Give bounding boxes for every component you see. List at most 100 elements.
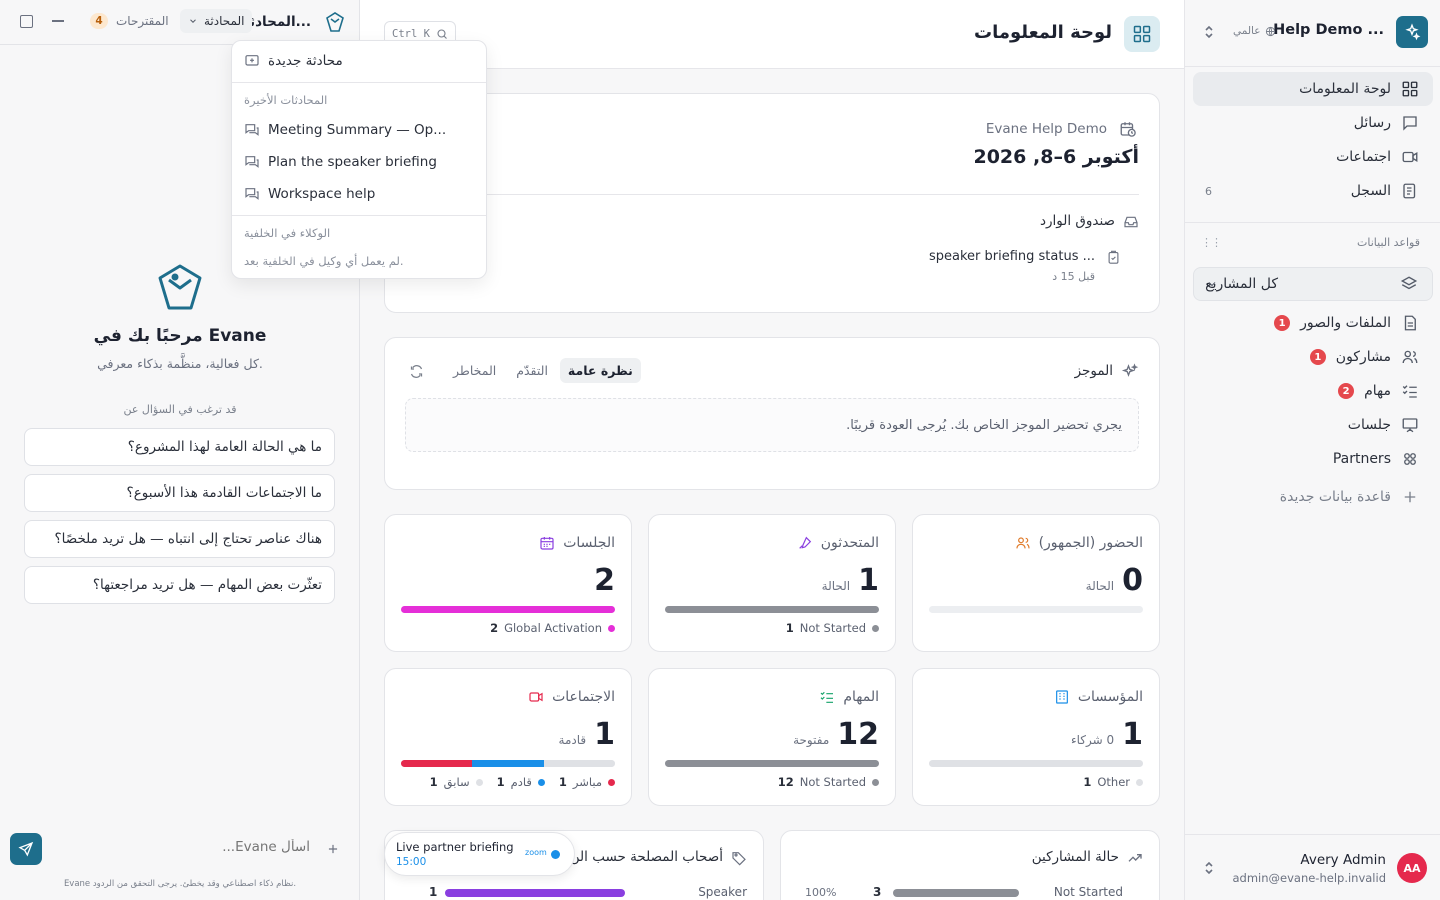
suggestion-chip[interactable]: ما هي الحالة العامة لهذا المشروع؟ <box>24 428 335 466</box>
databases-heading: قواعد البيانات <box>1357 236 1420 249</box>
event-card: Evane Help Demo أكتوبر 6–8, 2026 صندوق ا… <box>384 93 1160 313</box>
legend-dot <box>872 778 879 786</box>
recent-chat-label: Plan the speaker briefing <box>268 154 437 170</box>
stat-card[interactable]: المؤسسات 1 0 شركاء Other 1 <box>912 668 1160 806</box>
inbox-item[interactable]: speaker briefing status ... قبل 15 د <box>901 248 1121 288</box>
inbox-icon <box>1123 214 1139 230</box>
recent-chat-item[interactable]: Meeting Summary — Op... <box>244 122 446 138</box>
expand-icon[interactable] <box>20 15 33 28</box>
tab-overview[interactable]: نظرة عامة <box>559 358 641 383</box>
brief-message: يجري تحضير الموجز الخاص بك. يُرجى العودة… <box>846 417 1122 433</box>
video-icon <box>529 692 543 702</box>
stat-value-row: 12 مفتوحة <box>793 717 879 752</box>
live-meeting-title: Live partner briefing <box>396 840 514 854</box>
chat-input[interactable] <box>48 832 310 862</box>
chat-title[interactable]: المحادثا... <box>245 14 311 30</box>
welcome-subtitle: كل فعالية، منظَّمة بذكاء معرفي. <box>97 356 263 371</box>
legend-dot <box>1136 778 1143 786</box>
legend-item: سابق 1 <box>430 775 483 789</box>
conversation-menu-button[interactable]: المحادثة <box>180 9 253 33</box>
sidebar-item-log[interactable]: 6 السجل <box>1193 174 1433 208</box>
user-menu-chevron-icon[interactable] <box>1203 860 1215 876</box>
legend-label: Not Started <box>799 621 866 635</box>
stat-card[interactable]: الاجتماعات 1 قادمة مباشر 1 قادم 1 سابق 1 <box>384 668 632 806</box>
stat-card[interactable]: المتحدثون 1 الحالة Not Started 1 <box>648 514 896 652</box>
search-icon <box>437 29 447 39</box>
new-database-button[interactable]: قاعدة بيانات جديدة <box>1193 480 1433 514</box>
workspace-name[interactable]: Help Demo ... <box>1273 22 1384 38</box>
stat-bar-segment <box>665 606 879 613</box>
stat-card[interactable]: المهام 12 مفتوحة Not Started 12 <box>648 668 896 806</box>
sidebar-item-dashboard[interactable]: لوحة المعلومات <box>1193 72 1433 106</box>
chat-bubbles-icon <box>245 188 259 200</box>
conversation-menu-label: المحادثة <box>204 14 245 28</box>
legend-item: Not Started 1 <box>786 621 879 635</box>
suggestions-tab[interactable]: 4 المقترحات <box>90 13 169 29</box>
add-attachment-icon[interactable] <box>326 842 340 856</box>
recent-heading: المحادثات الأخيرة <box>244 93 328 107</box>
stat-title: المهام <box>843 689 879 705</box>
legend-label: Global Activation <box>504 621 602 635</box>
recent-chat-item[interactable]: Workspace help <box>244 186 375 202</box>
tab-risks[interactable]: المخاطر <box>445 358 504 383</box>
avatar[interactable]: AA <box>1397 853 1427 883</box>
stat-sub: 0 شركاء <box>1070 733 1115 747</box>
page-title: لوحة المعلومات <box>974 22 1112 43</box>
legend-dot <box>872 624 879 632</box>
sidebar-item-partners[interactable]: Partners <box>1193 442 1433 476</box>
file-icon <box>1404 315 1416 331</box>
divider <box>405 194 1139 195</box>
chevron-down-icon <box>190 19 196 23</box>
minimize-icon[interactable] <box>52 20 64 22</box>
sidebar-item-tasks[interactable]: 2 مهام <box>1193 374 1433 408</box>
stat-bar-segment <box>543 760 615 767</box>
stat-bar-segment <box>401 760 473 767</box>
tag-icon <box>731 850 747 866</box>
stat-bar <box>929 606 1143 613</box>
chat-bubbles-icon <box>245 156 259 168</box>
all-projects-selector[interactable]: كل المشاريع <box>1193 267 1433 301</box>
stakeholders-bar <box>445 889 625 897</box>
sidebar-item-files[interactable]: 1 الملفات والصور <box>1193 306 1433 340</box>
drag-handle-icon[interactable]: ⋮⋮ <box>1201 236 1222 249</box>
checklist-icon <box>820 691 834 703</box>
send-button[interactable] <box>10 833 42 865</box>
mic-icon <box>798 536 811 549</box>
new-database-label: قاعدة بيانات جديدة <box>1279 489 1391 505</box>
stat-title: المتحدثون <box>820 535 879 551</box>
refresh-icon[interactable] <box>409 364 424 379</box>
stat-card[interactable]: الجلسات 2 Global Activation 2 <box>384 514 632 652</box>
participants-badge: 1 <box>1309 349 1326 365</box>
users-icon <box>1402 350 1418 364</box>
workspace-logo-icon[interactable] <box>1396 16 1428 48</box>
sidebar-item-sessions[interactable]: جلسات <box>1193 408 1433 442</box>
tab-progress[interactable]: التقدّم <box>508 358 556 383</box>
suggestion-chip[interactable]: ما الاجتماعات القادمة هذا الأسبوع؟ <box>24 474 335 512</box>
stat-legend: Not Started 12 <box>778 775 879 789</box>
audience-icon <box>1015 537 1030 549</box>
live-meeting-toast[interactable]: Live partner briefing 15:00 zoom <box>384 832 575 876</box>
sidebar-item-messages[interactable]: رسائل <box>1193 106 1433 140</box>
legend-count: 1 <box>429 775 438 789</box>
workspace-switch-chevron-icon[interactable] <box>1203 24 1215 40</box>
sidebar-item-label: جلسات <box>1347 417 1391 433</box>
recent-chat-item[interactable]: Plan the speaker briefing <box>244 154 437 170</box>
stakeholders-title: أصحاب المصلحة حسب الن <box>569 849 723 865</box>
participants-status-percent: 100% <box>805 886 837 899</box>
stat-card[interactable]: الحضور (الجمهور) 0 الحالة <box>912 514 1160 652</box>
chat-logo-icon <box>323 10 347 34</box>
tasks-icon <box>1402 385 1417 398</box>
event-date: أكتوبر 6–8, 2026 <box>973 146 1139 168</box>
sidebar-item-participants[interactable]: 1 مشاركون <box>1193 340 1433 374</box>
zoom-label: zoom <box>525 848 547 857</box>
legend-label: مباشر <box>572 775 602 789</box>
stat-value-row: 0 الحالة <box>1086 563 1143 598</box>
sidebar-item-meetings[interactable]: اجتماعات <box>1193 140 1433 174</box>
divider <box>232 215 486 216</box>
new-chat-menu-item[interactable]: محادثة جديدة <box>244 53 343 69</box>
new-chat-icon <box>245 55 259 66</box>
suggestion-chip[interactable]: تعثّرت بعض المهام — هل تريد مراجعتها؟ <box>24 566 335 604</box>
legend-item: مباشر 1 <box>559 775 615 789</box>
suggestion-chip[interactable]: هناك عناصر تحتاج إلى انتباه — هل تريد مل… <box>24 520 335 558</box>
brief-tabs: نظرة عامة التقدّم المخاطر <box>445 358 641 383</box>
